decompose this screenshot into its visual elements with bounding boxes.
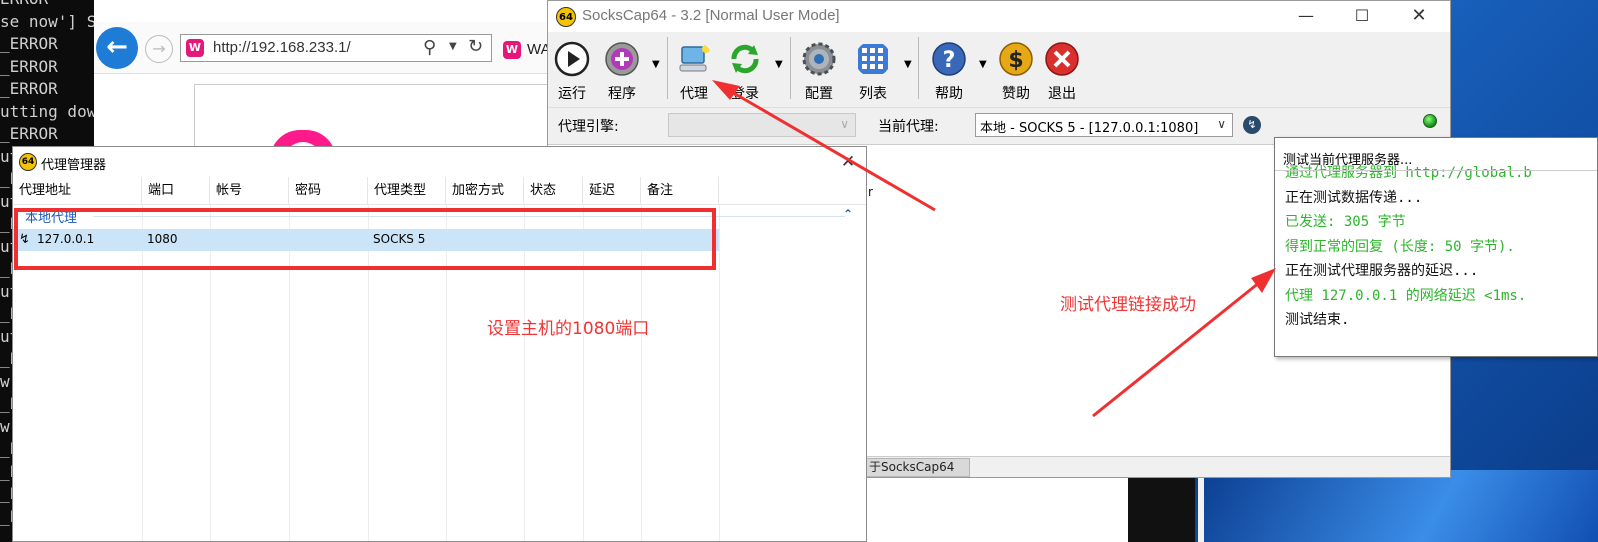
annotation-arrow-line (1092, 276, 1266, 418)
annotation-arrowhead (712, 80, 740, 100)
annotation-arrows (712, 80, 1276, 418)
annotation-arrow-line (724, 86, 936, 212)
annotation-arrowhead (1251, 268, 1276, 293)
